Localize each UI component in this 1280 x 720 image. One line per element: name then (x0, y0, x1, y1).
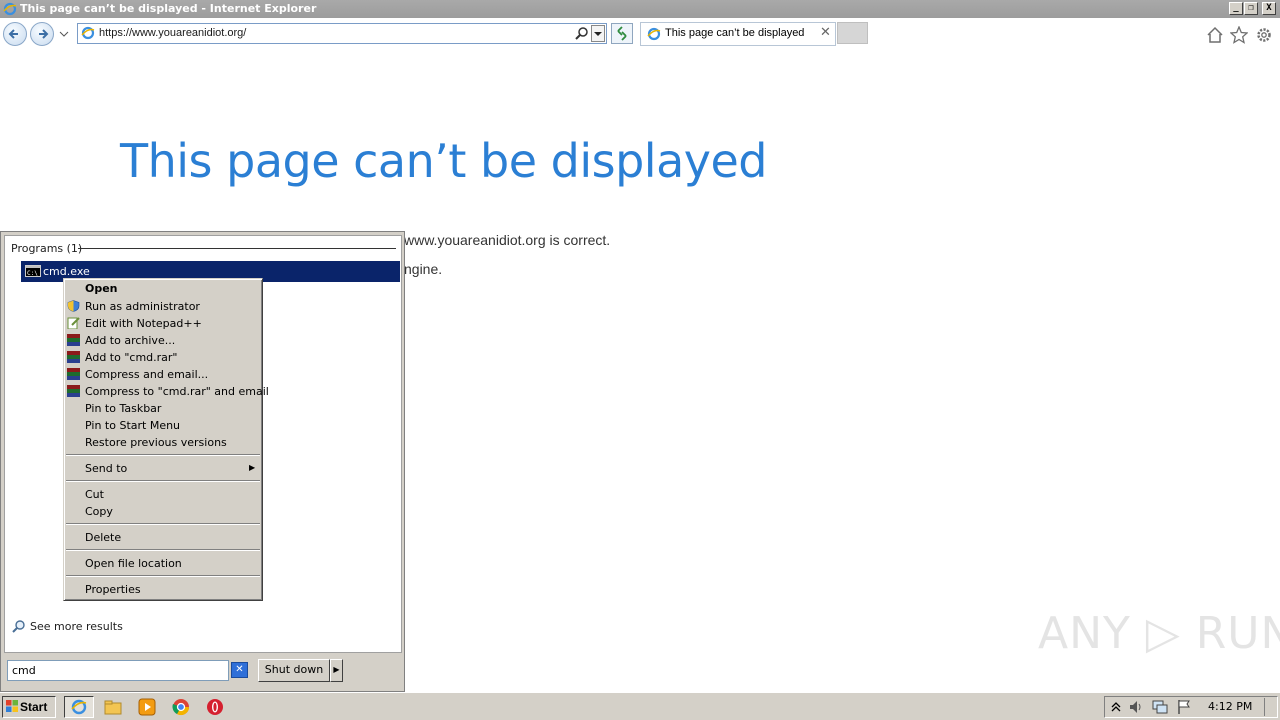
menu-item-restore-versions[interactable]: Restore previous versions (85, 436, 227, 449)
menu-separator (66, 454, 260, 456)
winrar-icon (67, 351, 80, 363)
menu-item-pin-start-menu[interactable]: Pin to Start Menu (85, 419, 180, 432)
network-icon[interactable] (1152, 699, 1168, 715)
error-text-line: www.youareanidiot.org is correct. (404, 232, 611, 248)
shutdown-options-arrow-icon[interactable]: ▶ (330, 659, 343, 682)
tab-label[interactable]: This page can’t be displayed (665, 27, 804, 39)
forward-icon (39, 29, 49, 39)
close-button[interactable]: X (1262, 2, 1276, 15)
winrar-icon (67, 368, 80, 380)
windows-logo-icon (6, 700, 18, 712)
uac-shield-icon (67, 300, 80, 312)
menu-item-cut[interactable]: Cut (85, 488, 104, 501)
menu-item-send-to[interactable]: Send to (85, 462, 127, 475)
back-button[interactable] (3, 22, 27, 46)
error-heading: This page can’t be displayed (120, 134, 768, 188)
menu-item-copy[interactable]: Copy (85, 505, 113, 518)
internet-explorer-icon (3, 2, 17, 16)
svg-text:C:\: C:\ (27, 270, 38, 276)
action-center-flag-icon[interactable] (1176, 699, 1192, 715)
volume-icon[interactable] (1128, 699, 1144, 715)
cmd-icon: C:\ (25, 265, 41, 277)
menu-separator (66, 523, 260, 525)
see-more-results-link[interactable]: See more results (30, 620, 123, 633)
maximize-button[interactable]: ❐ (1244, 2, 1258, 15)
chrome-icon[interactable] (172, 698, 190, 716)
menu-item-compress-email[interactable]: Compress and email... (85, 368, 208, 381)
menu-separator (66, 480, 260, 482)
shutdown-button[interactable]: Shut down (258, 659, 330, 682)
tab-close-icon[interactable]: ✕ (820, 25, 831, 40)
menu-item-run-as-admin[interactable]: Run as administrator (85, 300, 200, 313)
menu-separator (66, 549, 260, 551)
forward-button[interactable] (30, 22, 54, 46)
refresh-button[interactable] (611, 23, 633, 44)
taskbar (0, 692, 1280, 720)
history-dropdown-icon[interactable] (59, 30, 69, 38)
minimize-button[interactable]: _ (1229, 2, 1243, 15)
menu-item-open[interactable]: Open (85, 282, 118, 295)
window-title: This page can’t be displayed - Internet … (20, 2, 317, 15)
menu-item-properties[interactable]: Properties (85, 583, 141, 596)
address-dropdown-button[interactable] (591, 25, 605, 42)
winrar-icon (67, 334, 80, 346)
taskbar-clock[interactable]: 4:12 PM (1208, 700, 1252, 713)
favorites-star-icon[interactable] (1230, 26, 1248, 44)
menu-item-compress-cmd-rar-email[interactable]: Compress to "cmd.rar" and email (85, 385, 269, 398)
show-desktop-button[interactable] (1264, 698, 1276, 716)
notepad-plus-plus-icon (67, 317, 80, 329)
chevron-down-icon (594, 32, 602, 36)
show-hidden-icon[interactable] (1110, 700, 1122, 714)
clear-search-icon[interactable]: ✕ (231, 662, 248, 678)
home-icon[interactable] (1206, 26, 1224, 44)
menu-item-add-to-cmd-rar[interactable]: Add to "cmd.rar" (85, 351, 177, 364)
address-url[interactable]: https://www.youareanidiot.org/ (99, 27, 246, 39)
media-player-icon[interactable] (138, 698, 156, 716)
back-icon (8, 29, 18, 39)
menu-item-pin-taskbar[interactable]: Pin to Taskbar (85, 402, 161, 415)
settings-gear-icon[interactable] (1255, 26, 1273, 44)
start-search-input[interactable] (7, 660, 229, 681)
search-result-label[interactable]: cmd.exe (43, 265, 90, 278)
internet-explorer-icon (71, 699, 87, 715)
taskbar-app-internet-explorer[interactable] (64, 696, 94, 718)
opera-icon[interactable] (206, 698, 224, 716)
anyrun-watermark: ANY ▷ RUN (1038, 608, 1280, 659)
programs-group-label: Programs (1) (11, 242, 83, 255)
error-text-line: ngine. (404, 261, 443, 277)
menu-item-open-file-location[interactable]: Open file location (85, 557, 182, 570)
menu-item-delete[interactable]: Delete (85, 531, 121, 544)
new-tab-button[interactable] (837, 22, 868, 44)
submenu-arrow-icon: ▶ (249, 463, 256, 472)
tab-ie-icon (647, 27, 661, 41)
search-icon[interactable] (575, 26, 589, 40)
menu-item-add-to-archive[interactable]: Add to archive... (85, 334, 175, 347)
refresh-icon (617, 26, 627, 41)
winrar-icon (67, 385, 80, 397)
menu-item-edit-notepadpp[interactable]: Edit with Notepad++ (85, 317, 202, 330)
search-icon (12, 620, 25, 633)
page-ie-icon (81, 26, 95, 40)
divider (78, 248, 396, 249)
file-explorer-icon[interactable] (104, 698, 122, 716)
menu-separator (66, 575, 260, 577)
